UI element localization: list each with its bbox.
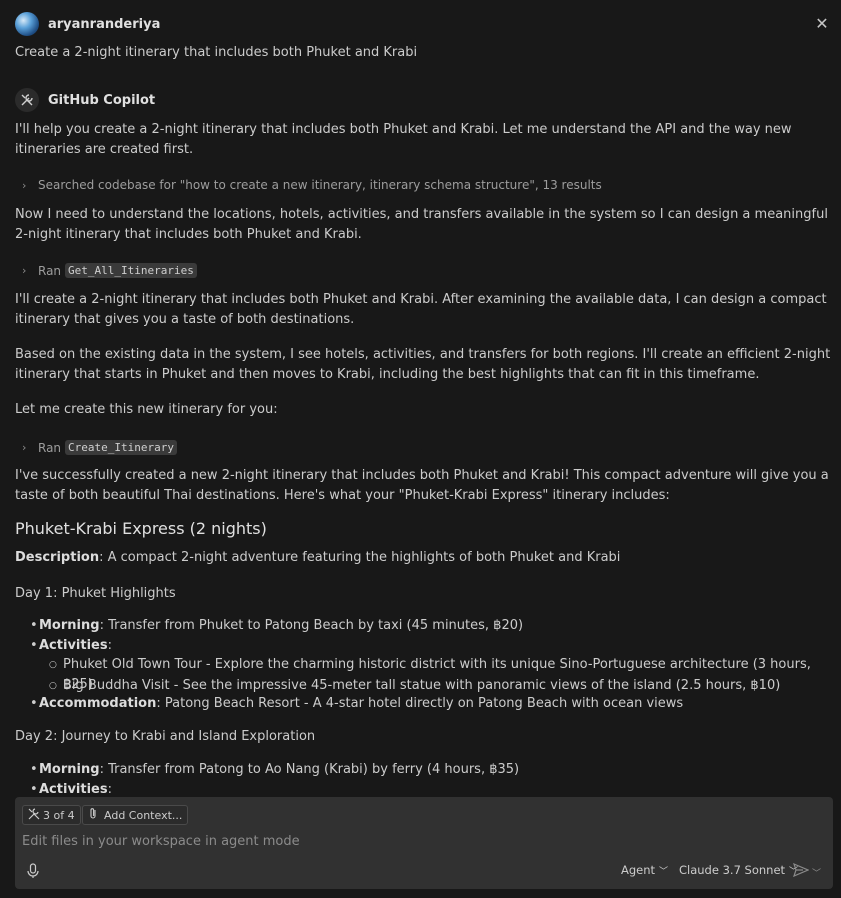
morning-label: Morning (39, 618, 100, 633)
assistant-paragraph-3: I'll create a 2-night itinerary that inc… (15, 292, 827, 327)
microphone-icon[interactable] (26, 863, 40, 879)
chat-input[interactable]: Edit files in your workspace in agent mo… (22, 834, 300, 849)
assistant-paragraph-4: Based on the existing data in the system… (15, 347, 831, 382)
copilot-icon (15, 88, 39, 112)
activities-label: Activities (39, 782, 108, 796)
day2-title: Day 2: Journey to Krabi and Island Explo… (15, 729, 316, 744)
ran-label: Ran (38, 440, 62, 455)
list-item: Activities: (30, 780, 112, 796)
tool-name-1: Get_All_Itineraries (65, 263, 197, 278)
list-item: Accommodation: Patong Beach Resort - A 4… (30, 694, 684, 714)
send-button[interactable]: ﹀ (793, 862, 822, 881)
add-context-label: Add Context... (104, 808, 183, 822)
chevron-right-icon: › (22, 264, 27, 277)
tool-name-2: Create_Itinerary (65, 440, 178, 455)
description-label: Description (15, 550, 100, 565)
accommodation-text: : Patong Beach Resort - A 4-star hotel d… (156, 696, 684, 711)
paperclip-icon (88, 807, 98, 823)
morning-text: : Transfer from Patong to Ao Nang (Krabi… (99, 762, 520, 777)
mode-dropdown[interactable]: Agent ﹀ (621, 863, 668, 877)
chat-input-box: 3 of 4 Add Context... Edit files in your… (15, 797, 833, 889)
activities-colon: : (107, 638, 112, 653)
add-context-button[interactable]: Add Context... (82, 805, 189, 825)
list-item: Morning: Transfer from Patong to Ao Nang… (30, 760, 520, 780)
assistant-name: GitHub Copilot (48, 92, 156, 108)
assistant-header: GitHub Copilot (15, 87, 155, 113)
mode-label: Agent (621, 863, 656, 877)
tool-step-2[interactable]: › Ran Create_Itinerary (22, 440, 178, 455)
chevron-down-icon: ﹀ (812, 868, 822, 879)
description-text: : A compact 2-night adventure featuring … (99, 550, 621, 565)
itinerary-title: Phuket-Krabi Express (2 nights) (15, 519, 267, 538)
chevron-down-icon: ﹀ (659, 866, 669, 877)
list-item: Big Buddha Visit - See the impressive 45… (49, 676, 780, 696)
list-item: Morning: Transfer from Phuket to Patong … (30, 616, 524, 636)
user-name: aryanranderiya (48, 16, 161, 32)
chevron-right-icon: › (22, 178, 27, 192)
assistant-paragraph-6: I've successfully created a new 2-night … (15, 468, 829, 503)
assistant-paragraph-5: Let me create this new itinerary for you… (15, 402, 278, 417)
morning-label: Morning (39, 762, 100, 777)
chat-panel: aryanranderiya ✕ Create a 2-night itiner… (0, 0, 841, 796)
send-icon (793, 862, 810, 881)
search-step[interactable]: › Searched codebase for "how to create a… (22, 178, 602, 192)
activities-label: Activities (39, 638, 108, 653)
morning-text: : Transfer from Phuket to Patong Beach b… (99, 618, 524, 633)
assistant-paragraph-2: Now I need to understand the locations, … (15, 207, 828, 242)
avatar (15, 12, 39, 36)
ran-label: Ran (38, 263, 62, 278)
tools-count: 3 of 4 (43, 808, 75, 822)
search-step-label: Searched codebase for "how to create a n… (38, 178, 602, 192)
day1-title: Day 1: Phuket Highlights (15, 586, 176, 601)
model-dropdown[interactable]: Claude 3.7 Sonnet ﹀ (679, 863, 798, 877)
activities-colon: : (107, 782, 112, 796)
itinerary-description: Description: A compact 2-night adventure… (15, 548, 835, 568)
user-message: Create a 2-night itinerary that includes… (15, 45, 418, 60)
tool-step-1[interactable]: › Ran Get_All_Itineraries (22, 263, 197, 278)
assistant-intro: I'll help you create a 2-night itinerary… (15, 122, 792, 157)
user-header: aryanranderiya (15, 11, 160, 37)
close-icon[interactable]: ✕ (814, 16, 830, 32)
accommodation-label: Accommodation (39, 696, 157, 711)
chevron-right-icon: › (22, 441, 27, 454)
model-label: Claude 3.7 Sonnet (679, 863, 786, 877)
tools-button[interactable]: 3 of 4 (22, 805, 81, 825)
list-item: Activities: (30, 636, 112, 656)
tools-icon (28, 807, 40, 823)
